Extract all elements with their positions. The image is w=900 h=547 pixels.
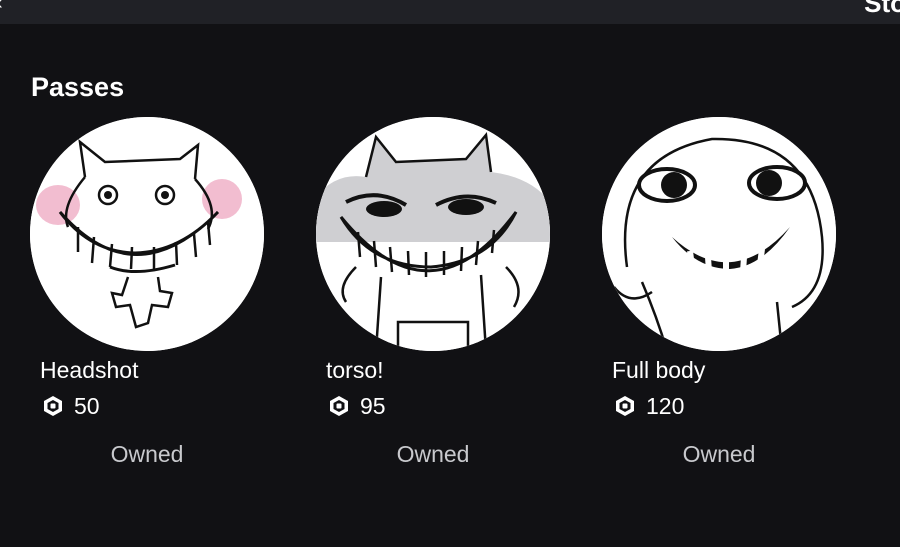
- section-title: Passes: [31, 72, 125, 102]
- pass-name: torso!: [326, 357, 384, 383]
- pass-image-torso[interactable]: [316, 117, 550, 351]
- back-button[interactable]: ‹: [0, 0, 3, 15]
- pass-card-full-body[interactable]: Full body 120 Owned: [602, 117, 842, 477]
- pass-card-headshot[interactable]: Headshot 50 Owned: [30, 117, 270, 477]
- pass-price: 50: [42, 393, 100, 419]
- pass-image-headshot[interactable]: [30, 117, 264, 351]
- pass-name: Headshot: [40, 357, 139, 383]
- owned-label: Owned: [682, 441, 756, 467]
- pass-card-torso[interactable]: torso! 95 Owned: [316, 117, 556, 477]
- robux-icon: [614, 395, 636, 417]
- price-value: 120: [646, 392, 685, 419]
- owned-label: Owned: [110, 441, 184, 467]
- pass-name: Full body: [612, 357, 706, 383]
- price-value: 95: [360, 392, 386, 419]
- store-tab-label[interactable]: Sto: [864, 0, 900, 19]
- robux-icon: [328, 395, 350, 417]
- robux-icon: [42, 395, 64, 417]
- pass-price: 120: [614, 393, 684, 419]
- pass-price: 95: [328, 393, 386, 419]
- pass-image-full-body[interactable]: [602, 117, 836, 351]
- owned-label: Owned: [396, 441, 470, 467]
- top-bar: ‹ Sto: [0, 0, 900, 24]
- price-value: 50: [74, 392, 100, 419]
